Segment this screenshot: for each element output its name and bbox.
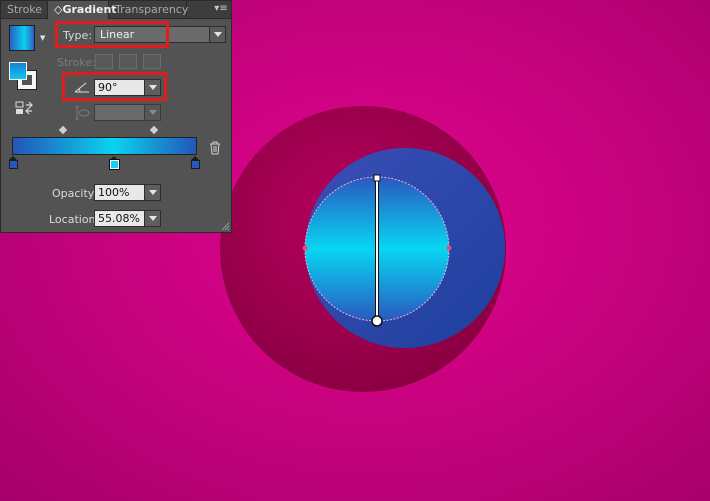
gradient-stop-start[interactable] [9,156,18,169]
tab-gradient[interactable]: ◇Gradient [48,1,117,19]
stroke-label: Stroke: [57,56,96,69]
gradient-stop-selected[interactable] [109,156,120,170]
gradient-end-handle[interactable] [373,174,381,182]
gradient-stop-end[interactable] [191,156,200,169]
location-value: 55.08% [98,212,140,225]
gradient-midpoint-handle[interactable] [58,125,68,135]
chevron-down-icon[interactable] [144,210,161,227]
gradient-midpoint-handle[interactable] [149,125,159,135]
aspect-ratio-icon [75,106,90,120]
anchor-point-left[interactable] [302,245,308,251]
panel-menu-icon[interactable]: ▾≡ [213,3,229,15]
swatch-dropdown-icon[interactable]: ▼ [40,34,45,42]
anchor-point-right[interactable] [446,245,452,251]
stroke-across-button[interactable] [143,54,161,69]
location-field[interactable]: 55.08% [94,210,161,227]
gradient-origin-handle[interactable] [371,315,383,327]
tab-stroke[interactable]: Stroke [1,1,48,18]
opacity-label: Opacity: [52,187,98,200]
opacity-value: 100% [98,186,130,199]
panel-tab-bar: Stroke ◇Gradient Transparency ▾≡ [1,1,231,19]
gradient-slider[interactable] [12,137,197,155]
highlight-box-angle [62,72,167,101]
tab-transparency[interactable]: Transparency [109,1,188,18]
chevron-down-icon[interactable] [144,104,161,121]
chevron-down-icon[interactable] [144,184,161,201]
highlight-box-type [55,21,169,48]
fill-box[interactable] [9,62,27,80]
location-label: Location: [49,213,100,226]
stroke-within-button[interactable] [95,54,113,69]
resize-grip-icon[interactable] [221,222,230,231]
gradient-swatch[interactable] [9,25,35,51]
chevron-down-icon[interactable] [209,27,225,42]
gradient-panel: Stroke ◇Gradient Transparency ▾≡ ▼ Type:… [0,0,232,233]
reverse-gradient-icon[interactable] [15,101,33,115]
trash-icon[interactable] [209,141,221,155]
opacity-field[interactable]: 100% [94,184,161,201]
stroke-along-button[interactable] [119,54,137,69]
aspect-ratio-field[interactable] [94,104,161,121]
